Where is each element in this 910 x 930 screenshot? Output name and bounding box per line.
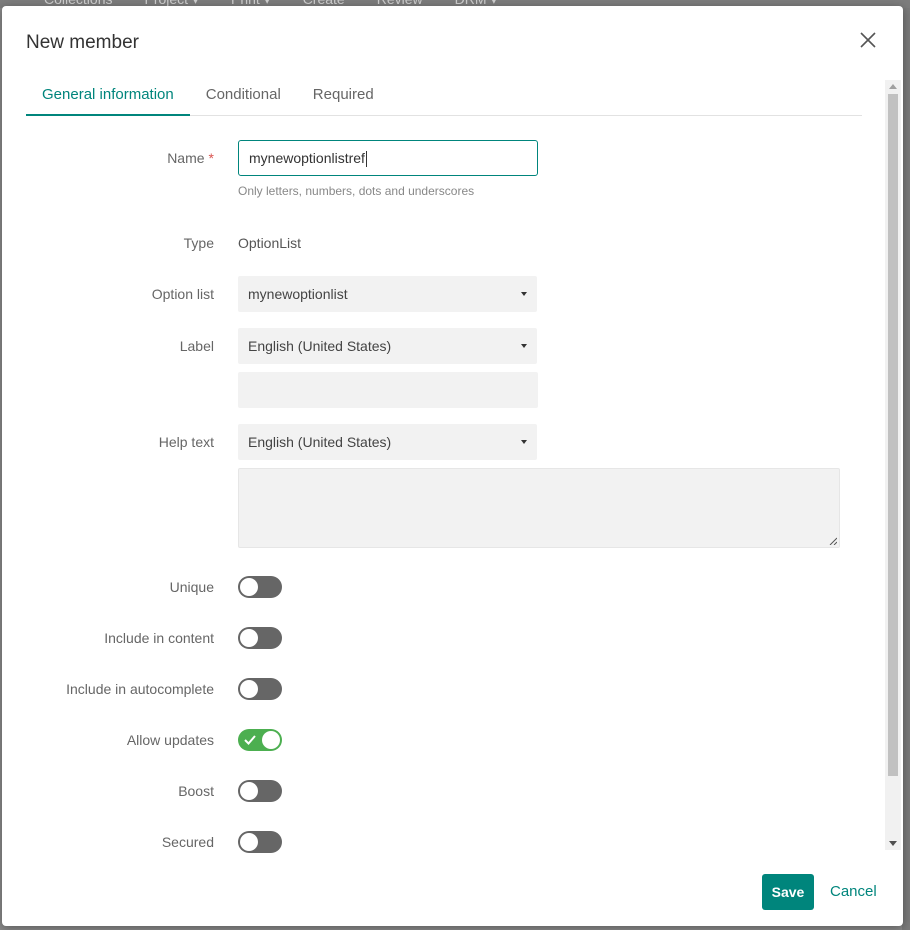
label-language-select[interactable]: English (United States) — [238, 328, 537, 364]
scroll-down-icon[interactable] — [889, 841, 897, 846]
help-text-textarea[interactable] — [238, 468, 840, 548]
allow-updates-label: Allow updates — [126, 732, 214, 748]
text-cursor — [365, 151, 367, 168]
scroll-up-icon[interactable] — [889, 84, 897, 89]
tab-required[interactable]: Required — [297, 80, 390, 116]
include-in-content-toggle[interactable] — [238, 627, 282, 649]
chevron-down-icon — [521, 292, 527, 296]
scroll-thumb[interactable] — [888, 94, 898, 776]
secured-toggle[interactable] — [238, 831, 282, 853]
option-list-select[interactable]: mynewoptionlist — [238, 276, 537, 312]
form-scroll-area: Name * mynewoptionlistref Only letters, n… — [2, 116, 882, 856]
allow-updates-toggle[interactable] — [238, 729, 282, 751]
help-text-language-select[interactable]: English (United States) — [238, 424, 537, 460]
help-text-field: English (United States) — [238, 424, 840, 548]
unique-label: Unique — [169, 579, 214, 595]
scrollbar[interactable] — [885, 80, 901, 850]
resize-grip-icon[interactable] — [829, 537, 837, 545]
chevron-down-icon — [521, 344, 527, 348]
label-input[interactable] — [238, 372, 538, 408]
label-field: English (United States) — [238, 328, 538, 408]
name-input[interactable]: mynewoptionlistref — [238, 140, 538, 176]
name-label: Name * — [167, 150, 214, 166]
type-label: Type — [183, 235, 214, 251]
cancel-button[interactable]: Cancel — [830, 874, 877, 910]
tab-general-information[interactable]: General information — [26, 80, 190, 116]
tab-bar: General information Conditional Required — [26, 80, 862, 116]
boost-toggle[interactable] — [238, 780, 282, 802]
type-value: OptionList — [238, 235, 302, 251]
tab-conditional[interactable]: Conditional — [190, 80, 297, 116]
option-list-field: mynewoptionlist — [238, 276, 537, 312]
help-text-label: Help text — [158, 434, 214, 450]
check-icon — [244, 735, 256, 745]
boost-label: Boost — [178, 783, 214, 799]
secured-label: Secured — [161, 834, 214, 850]
new-member-dialog: New member General information Condition… — [2, 6, 903, 926]
label-label: Label — [179, 338, 214, 354]
close-icon[interactable] — [857, 29, 879, 51]
unique-toggle[interactable] — [238, 576, 282, 598]
dialog-title: New member — [26, 32, 139, 53]
include-in-content-label: Include in content — [104, 630, 214, 646]
include-in-autocomplete-label: Include in autocomplete — [66, 681, 214, 697]
name-field-group: mynewoptionlistref Only letters, numbers… — [238, 140, 538, 198]
required-marker: * — [208, 150, 214, 166]
option-list-label: Option list — [151, 286, 214, 302]
save-button[interactable]: Save — [762, 874, 814, 910]
name-hint: Only letters, numbers, dots and undersco… — [238, 184, 475, 198]
background-panel — [902, 8, 910, 930]
chevron-down-icon — [521, 440, 527, 444]
include-in-autocomplete-toggle[interactable] — [238, 678, 282, 700]
